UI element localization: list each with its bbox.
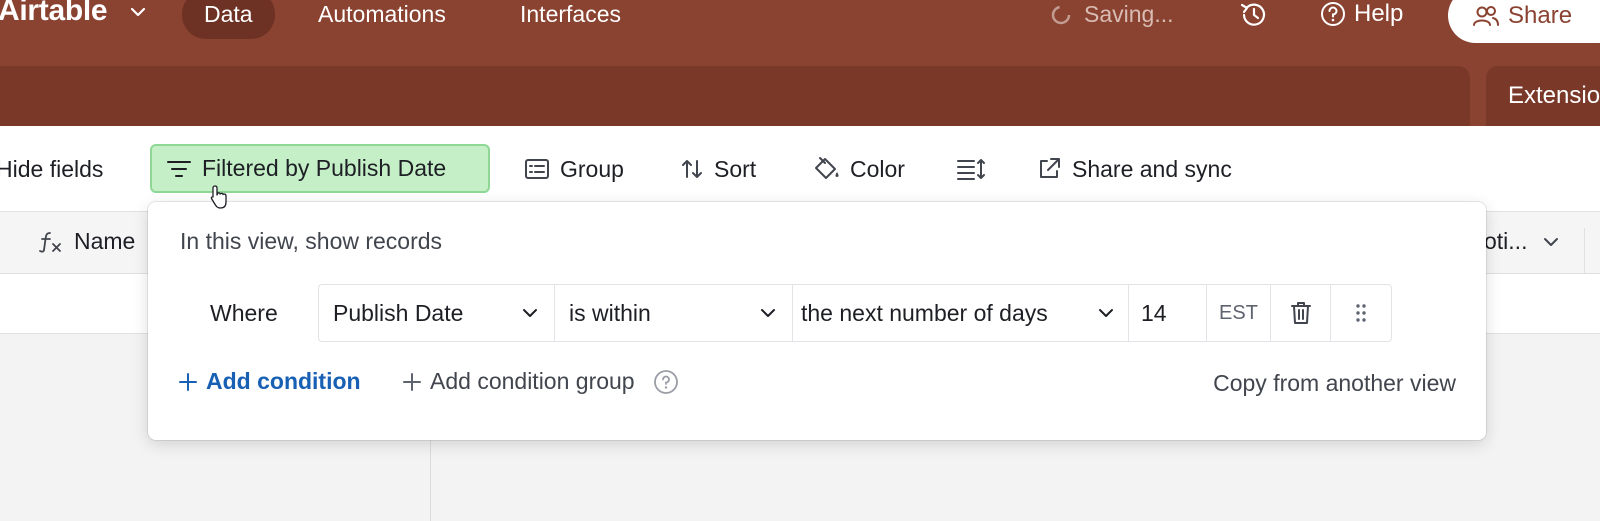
share-sync-button[interactable]: Share and sync [1036,146,1232,192]
field-select-value: Publish Date [333,299,464,326]
sort-icon [682,160,702,178]
add-condition-button[interactable]: Add condition [178,368,361,395]
delete-condition-button[interactable] [1271,285,1331,341]
filter-button[interactable]: Filtered by Publish Date [150,144,490,193]
share-label: Share [1508,1,1573,29]
add-condition-group-label: Add condition group [430,368,635,394]
row-height-icon [957,159,985,180]
drag-handle[interactable] [1331,285,1391,341]
where-label: Where [210,300,278,326]
timezone-text: EST [1219,301,1258,324]
chevron-down-icon[interactable] [128,2,148,22]
column-header-right[interactable]: oti... [1484,228,1561,255]
field-select[interactable]: Publish Date [319,285,555,341]
paint-bucket-icon [815,157,839,179]
color-label: Color [850,155,905,182]
filter-heading: In this view, show records [180,228,443,254]
operator-select-value: is within [569,299,651,326]
tab-interfaces[interactable]: Interfaces [498,0,643,39]
group-label: Group [560,155,624,182]
filter-label: Filtered by Publish Date [202,155,447,181]
top-app-bar: Airtable Data Automations Interfaces Sav… [0,0,1600,66]
hand-cursor-icon [210,185,227,209]
trash-icon [1290,302,1311,324]
add-condition-label: Add condition [206,368,361,394]
external-link-icon [1040,158,1060,178]
view-toolbar: Hide fields Filtered by Publish Date Gro… [0,126,1600,212]
spinner-icon [1051,5,1071,24]
relative-date-value: the next number of days [801,299,1048,326]
question-circle-icon[interactable] [653,369,679,395]
chevron-down-icon [523,309,537,317]
chevron-down-icon [1099,309,1113,317]
column-header-name[interactable]: Name [38,228,135,255]
filter-popover: In this view, show records Where Publish… [148,202,1486,440]
formula-icon [39,231,61,253]
timezone-label: EST [1207,285,1271,341]
tab-automations[interactable]: Automations [296,0,468,39]
plus-icon [179,372,197,391]
help-label: Help [1354,0,1404,27]
help-button[interactable]: Help [1320,0,1403,28]
base-name[interactable]: Airtable [0,0,108,28]
add-condition-group-button[interactable]: Add condition group [402,368,679,395]
sort-button[interactable]: Sort [680,146,756,192]
filter-condition-row: Publish Date is within the next number o… [318,284,1392,342]
users-icon [1473,5,1499,26]
group-button[interactable]: Group [524,146,624,192]
row-height-button[interactable] [956,146,986,192]
days-input-value: 14 [1141,299,1167,326]
plus-icon [403,372,421,391]
extensions-button[interactable]: Extensio [1508,82,1600,110]
copy-from-view-button[interactable]: Copy from another view [1213,370,1456,397]
chevron-down-icon [761,309,775,317]
color-button[interactable]: Color [812,146,905,192]
sort-label: Sort [714,155,757,182]
history-icon[interactable] [1238,1,1268,29]
hide-fields-button[interactable]: Hide fields [0,146,103,192]
share-sync-label: Share and sync [1072,155,1232,182]
days-input[interactable]: 14 [1129,285,1207,341]
share-button[interactable]: Share [1448,0,1600,43]
column-divider [1584,228,1585,274]
hide-fields-label: Hide fields [0,155,104,182]
operator-select[interactable]: is within [555,285,793,341]
saving-text: Saving... [1084,1,1174,27]
drag-handle-icon [1356,304,1366,322]
table-tabs-area [0,66,1470,126]
column-right-label: oti... [1484,228,1528,254]
group-icon [525,159,549,179]
chevron-down-icon[interactable] [1541,232,1561,252]
column-name-label: Name [74,228,136,254]
tab-data[interactable]: Data [182,0,275,39]
saving-indicator: Saving... [1050,1,1174,28]
help-icon [1321,2,1345,26]
filter-icon [167,160,191,177]
table-tab-bar: Extensio [0,66,1600,126]
relative-date-select[interactable]: the next number of days [793,285,1129,341]
